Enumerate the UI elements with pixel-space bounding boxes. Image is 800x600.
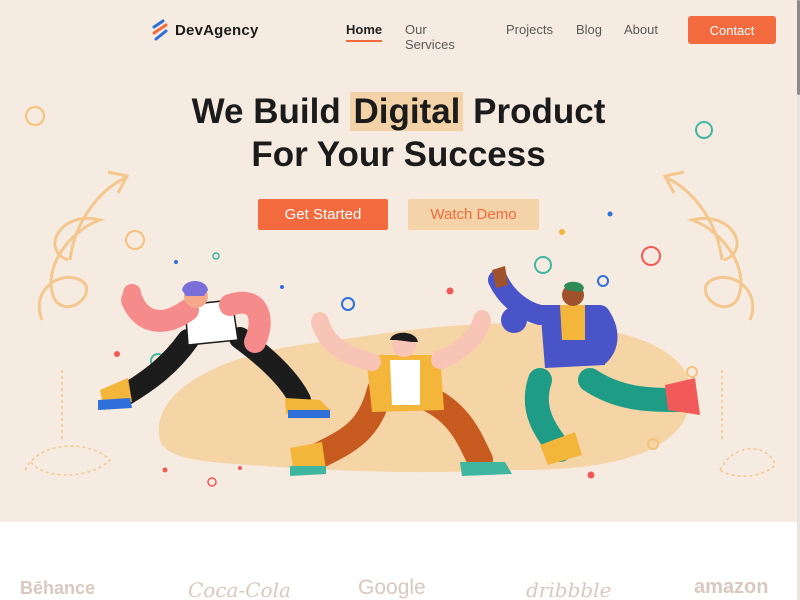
brand-logo[interactable]: DevAgency <box>151 19 259 41</box>
hero-title-post: Product <box>463 92 606 131</box>
partner-logos: Bēhance Coca-Cola Google dribbble amazon <box>0 522 797 600</box>
coca-cola-logo: Coca-Cola <box>188 578 291 600</box>
get-started-button[interactable]: Get Started <box>258 199 388 230</box>
nav-home[interactable]: Home <box>346 22 383 42</box>
watch-demo-button[interactable]: Watch Demo <box>408 199 539 230</box>
hero-title-line1: We Build Digital Product <box>0 91 797 133</box>
nav-about[interactable]: About <box>624 22 658 37</box>
amazon-logo: amazon <box>694 576 769 598</box>
lightning-stripes-icon <box>152 19 168 41</box>
hero-title-highlight: Digital <box>350 92 464 131</box>
nav-blog[interactable]: Blog <box>576 22 602 37</box>
nav-our-services[interactable]: Our Services <box>405 22 455 52</box>
hero-illustration <box>24 106 776 487</box>
google-logo: Google <box>358 576 426 599</box>
hero-section: DevAgency Home Our Services Projects Blo… <box>0 0 797 522</box>
brand-name: DevAgency <box>175 21 259 39</box>
hero-title-pre: We Build <box>191 92 351 131</box>
dribbble-logo: dribbble <box>526 578 612 600</box>
contact-button[interactable]: Contact <box>688 16 776 44</box>
hero-title-line2: For Your Success <box>251 135 546 174</box>
nav-projects[interactable]: Projects <box>506 22 553 37</box>
behance-logo: Bēhance <box>20 578 96 598</box>
